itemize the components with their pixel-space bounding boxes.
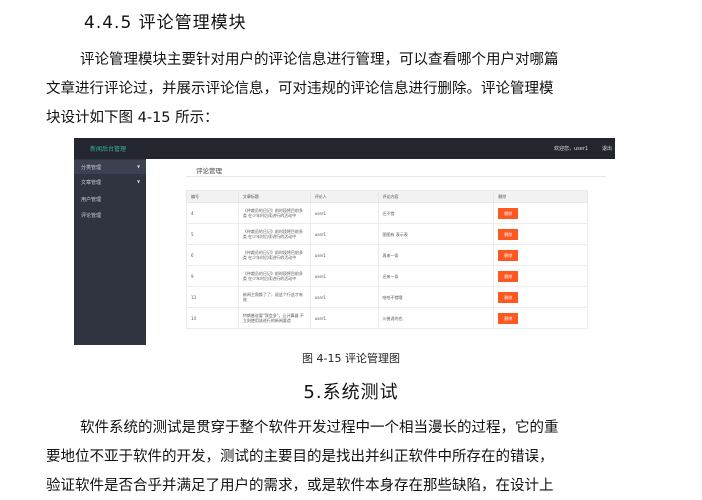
chevron-down-icon: ▼ bbox=[137, 164, 141, 169]
comment-table: 编号 文章标题 评论人 评论内容 删除 4 《仲裁员的日记》前时段将目前多类 在… bbox=[186, 190, 588, 329]
sidebar-item-comment[interactable]: 评论管理 bbox=[74, 208, 146, 222]
delete-button[interactable]: 删除 bbox=[498, 312, 519, 324]
cell-title: 《仲裁员的日记》前时段将目前多类 在少年时后续进行的活动中 bbox=[237, 244, 311, 266]
cell-id: 5 bbox=[186, 223, 239, 245]
cell-id: 14 bbox=[186, 307, 239, 329]
cell-action: 删除 bbox=[493, 244, 588, 266]
delete-button[interactable]: 删除 bbox=[498, 270, 519, 282]
cell-action: 删除 bbox=[493, 307, 588, 329]
table-row: 14 特朗普说要"我会多"，让计算器 不立刻使用该进行的新闻要造 user1 川… bbox=[186, 307, 588, 329]
table-header-row: 编号 文章标题 评论人 评论内容 删除 bbox=[186, 190, 588, 203]
welcome-text: 欢迎您，user1 bbox=[554, 146, 589, 152]
table-row: 4 《仲裁员的日记》前时段将目前多类 在少年时后续进行的活动中 user1 还不… bbox=[186, 202, 588, 224]
sidebar-item-article[interactable]: 文章管理 ▼ bbox=[74, 175, 146, 189]
admin-top-bar: 新闻后台管理 欢迎您，user1 退出 bbox=[74, 138, 615, 159]
paragraph-line-1: 评论管理模块主要针对用户的评论信息进行管理，可以查看哪个用户对哪篇 bbox=[80, 52, 559, 68]
delete-button[interactable]: 删除 bbox=[498, 207, 519, 219]
chevron-down-icon: ▼ bbox=[137, 179, 141, 184]
cell-content: 再来一条 bbox=[377, 244, 495, 266]
cell-user: user1 bbox=[309, 307, 379, 329]
column-header: 文章标题 bbox=[237, 190, 311, 203]
cell-title: 特朗普说要"我会多"，让计算器 不立刻使用该进行的新闻要造 bbox=[237, 307, 311, 329]
table-row: 9 《仲裁员的日记》前时段将目前多类 在少年时后续进行的活动中 user1 还来… bbox=[186, 265, 588, 287]
cell-user: user1 bbox=[309, 202, 379, 224]
cell-title: 《仲裁员的日记》前时段将目前多类 在少年时后续进行的活动中 bbox=[237, 223, 311, 245]
paragraph-line-3: 块设计如下图 4-15 所示： bbox=[46, 110, 219, 126]
paragraph-line-4: 软件系统的测试是贯穿于整个软件开发过程中一个相当漫长的过程，它的重 bbox=[80, 420, 559, 436]
cell-id: 4 bbox=[186, 202, 239, 224]
sidebar-item-label: 用户管理 bbox=[81, 197, 102, 203]
cell-title: 新闻主角换了了，说这个行这才有效 bbox=[237, 286, 311, 308]
column-header: 编号 bbox=[186, 190, 239, 203]
cell-id: 6 bbox=[186, 244, 239, 266]
figure-caption: 图 4-15 评论管理图 bbox=[302, 352, 400, 365]
column-header: 删除 bbox=[493, 190, 588, 203]
cell-user: user1 bbox=[309, 265, 379, 287]
cell-action: 删除 bbox=[493, 223, 588, 245]
sidebar-item-category[interactable]: 分类管理 ▼ bbox=[74, 160, 146, 174]
delete-button[interactable]: 删除 bbox=[498, 249, 519, 261]
cell-action: 删除 bbox=[493, 265, 588, 287]
cell-action: 删除 bbox=[493, 286, 588, 308]
sidebar-item-label: 评论管理 bbox=[81, 213, 102, 219]
cell-content: 还不错 bbox=[377, 202, 495, 224]
title-divider bbox=[186, 176, 606, 177]
cell-id: 13 bbox=[186, 286, 239, 308]
paragraph-line-6: 验证软件是否合乎并满足了用户的需求，或是软件本身存在那些缺陷，在设计上 bbox=[46, 478, 554, 494]
admin-brand: 新闻后台管理 bbox=[90, 146, 127, 153]
cell-user: user1 bbox=[309, 244, 379, 266]
cell-user: user1 bbox=[309, 223, 379, 245]
sidebar-item-user[interactable]: 用户管理 bbox=[74, 192, 146, 206]
cell-content: 还来一条 bbox=[377, 265, 495, 287]
main-heading: 5.系统测试 bbox=[303, 382, 399, 403]
column-header: 评论内容 bbox=[377, 190, 495, 203]
column-header: 评论人 bbox=[309, 190, 379, 203]
cell-action: 删除 bbox=[493, 202, 588, 224]
page-title: 评论管理 bbox=[196, 167, 222, 175]
admin-sidebar: 分类管理 ▼ 文章管理 ▼ 用户管理 评论管理 bbox=[74, 159, 146, 345]
delete-button[interactable]: 删除 bbox=[498, 291, 519, 303]
cell-id: 9 bbox=[186, 265, 239, 287]
table-row: 13 新闻主角换了了，说这个行这才有效 user1 哈哈不错哦 删除 bbox=[186, 286, 588, 308]
paragraph-line-5: 要地位不亚于软件的开发，测试的主要目的是找出并纠正软件中所存在的错误， bbox=[46, 449, 554, 465]
cell-user: user1 bbox=[309, 286, 379, 308]
delete-button[interactable]: 删除 bbox=[498, 228, 519, 240]
admin-content: 评论管理 编号 文章标题 评论人 评论内容 删除 4 《仲裁员的日记》前时段将目… bbox=[146, 159, 615, 345]
section-heading: 4.4.5 评论管理模块 bbox=[84, 13, 247, 33]
sidebar-item-label: 文章管理 bbox=[81, 180, 102, 186]
cell-content: 川普说的也 bbox=[377, 307, 495, 329]
sidebar-item-label: 分类管理 bbox=[81, 165, 102, 171]
table-row: 5 《仲裁员的日记》前时段将目前多类 在少年时后续进行的活动中 user1 图图… bbox=[186, 223, 588, 245]
cell-title: 《仲裁员的日记》前时段将目前多类 在少年时后续进行的活动中 bbox=[237, 265, 311, 287]
table-row: 6 《仲裁员的日记》前时段将目前多类 在少年时后续进行的活动中 user1 再来… bbox=[186, 244, 588, 266]
logout-link[interactable]: 退出 bbox=[602, 145, 612, 152]
cell-content: 图图有 表示表 bbox=[377, 223, 495, 245]
cell-title: 《仲裁员的日记》前时段将目前多类 在少年时后续进行的活动中 bbox=[237, 202, 311, 224]
cell-content: 哈哈不错哦 bbox=[377, 286, 495, 308]
comment-management-screenshot: 新闻后台管理 欢迎您，user1 退出 分类管理 ▼ 文章管理 ▼ 用户管理 评… bbox=[74, 138, 615, 345]
paragraph-line-2: 文章进行评论过，并展示评论信息，可对违规的评论信息进行删除。评论管理模 bbox=[46, 81, 554, 97]
